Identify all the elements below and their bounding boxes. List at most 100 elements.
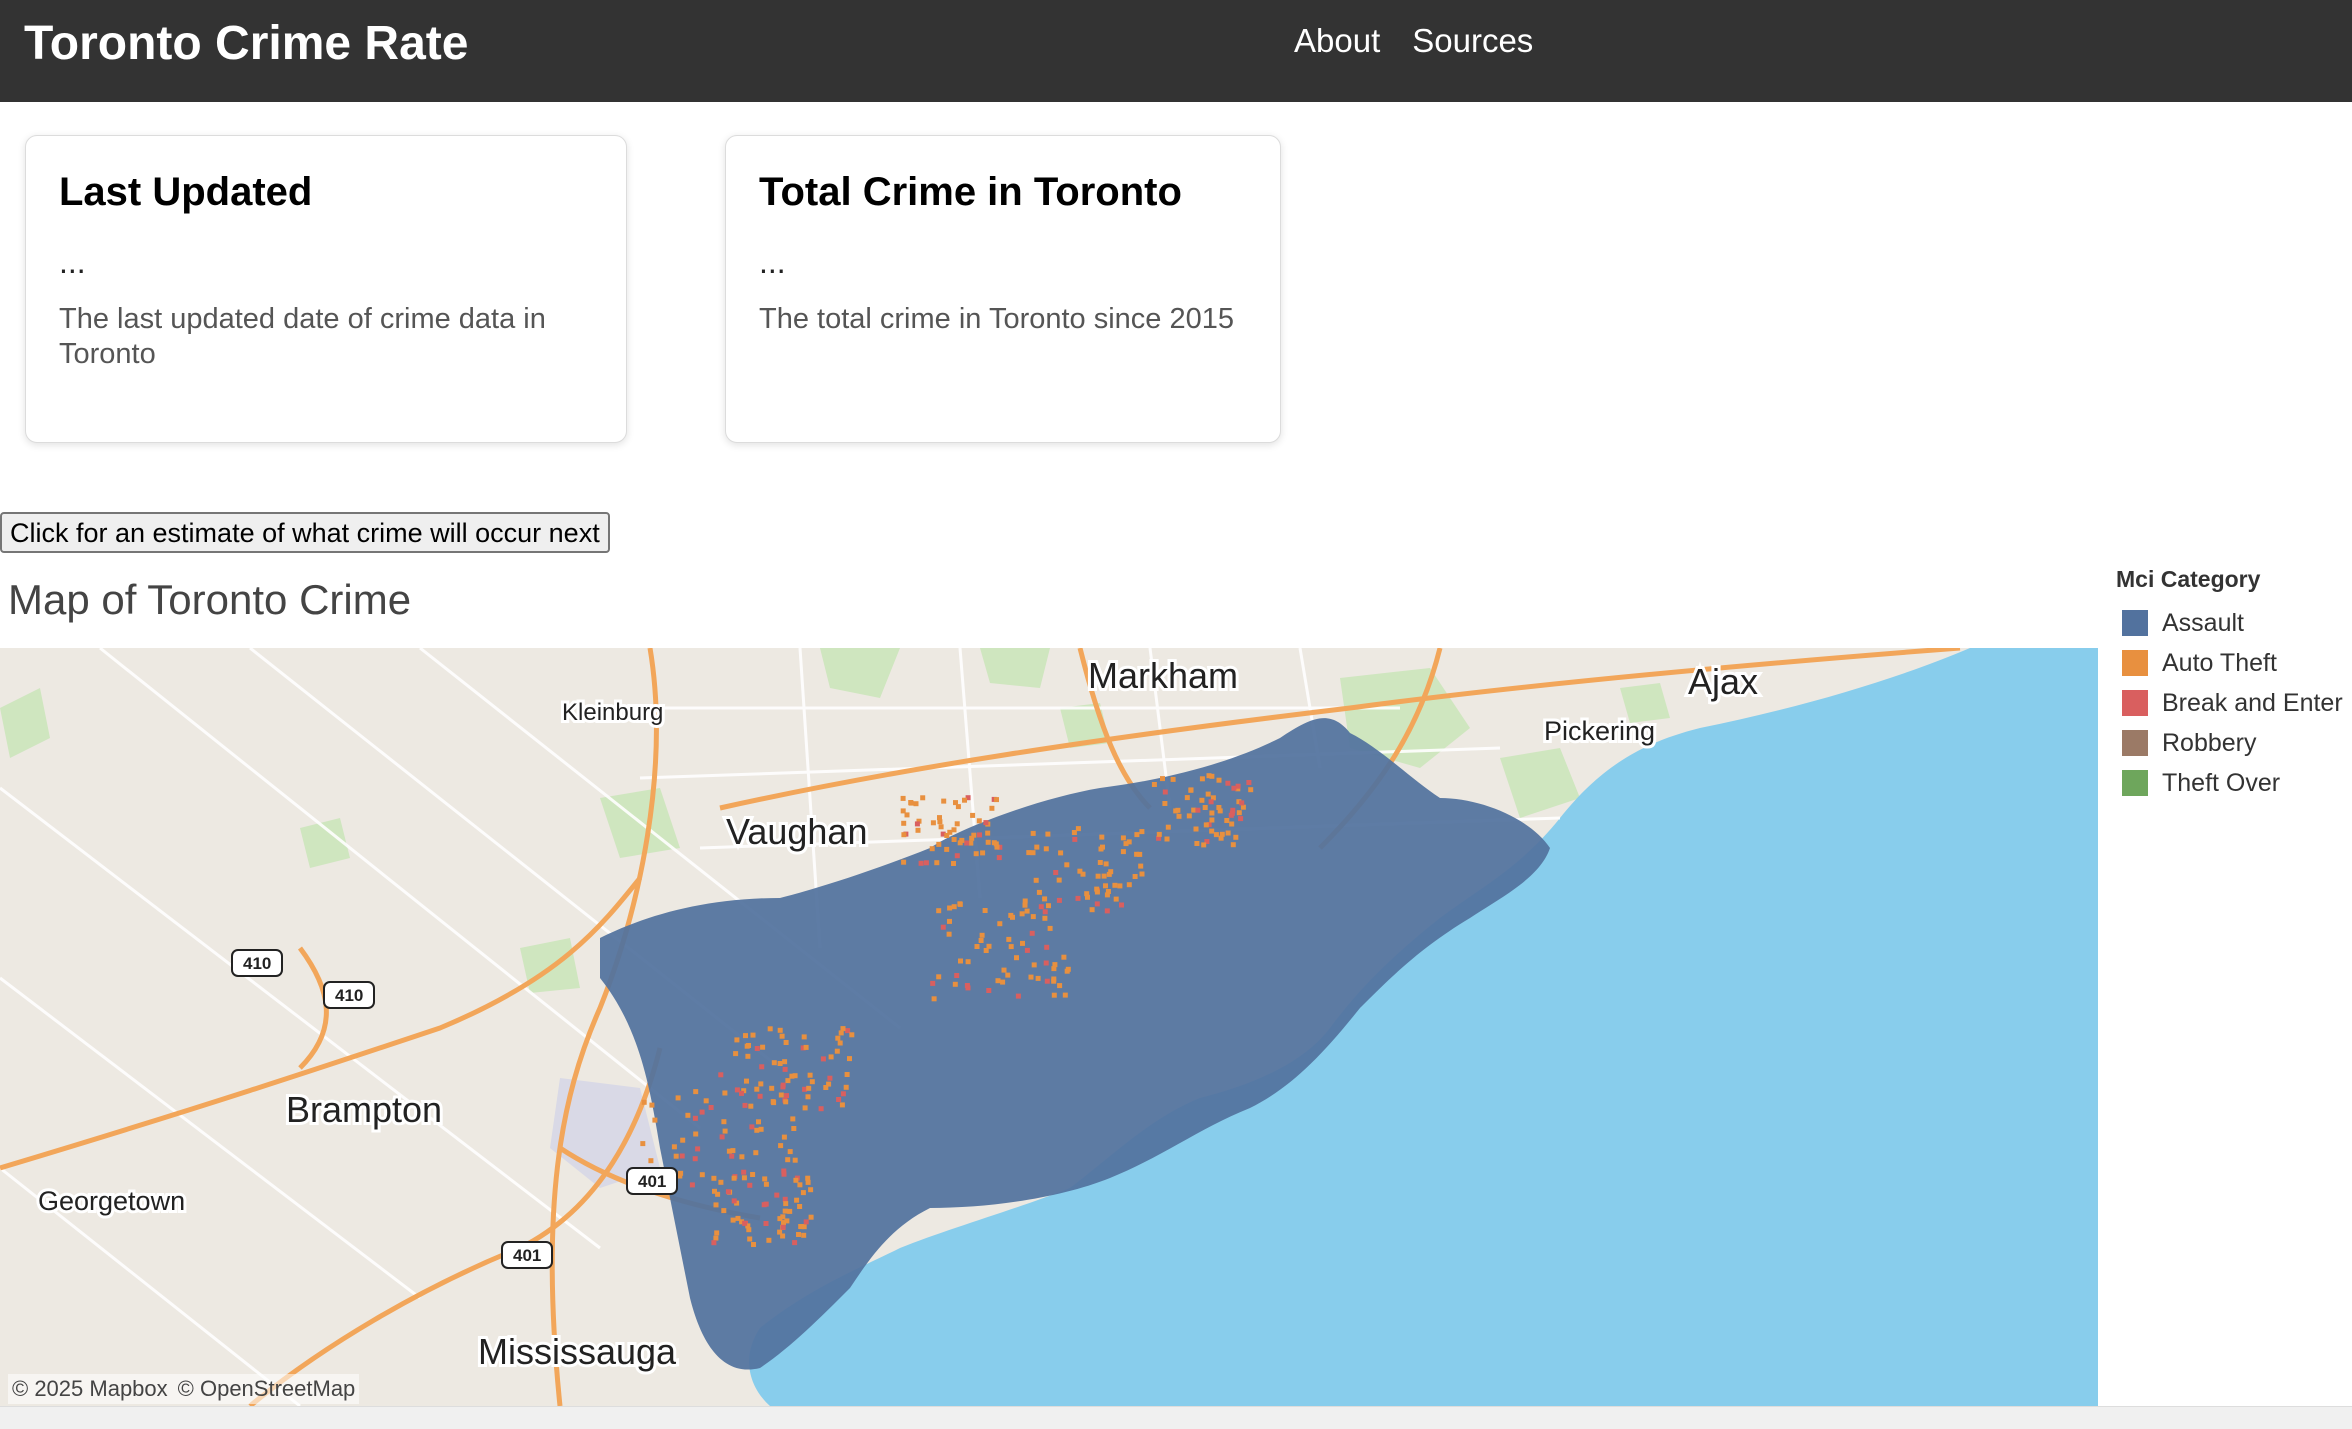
crime-point[interactable] — [1047, 925, 1053, 931]
crime-point[interactable] — [973, 851, 979, 857]
crime-point[interactable] — [718, 1072, 724, 1078]
crime-point[interactable] — [823, 1085, 829, 1090]
crime-point[interactable] — [1229, 821, 1235, 827]
crime-point[interactable] — [1199, 797, 1205, 803]
crime-point[interactable] — [989, 805, 995, 811]
crime-point[interactable] — [1225, 830, 1231, 836]
crime-point[interactable] — [1184, 795, 1190, 801]
crime-point[interactable] — [1015, 993, 1021, 999]
crime-point[interactable] — [1202, 805, 1208, 810]
legend-item-break-and-enter[interactable]: Break and Enter — [2116, 683, 2343, 723]
crime-point[interactable] — [962, 797, 967, 803]
crime-point[interactable] — [719, 1134, 725, 1140]
crime-point[interactable] — [977, 832, 982, 838]
crime-point[interactable] — [791, 1126, 797, 1131]
crime-point[interactable] — [974, 944, 980, 949]
crime-point[interactable] — [901, 832, 907, 838]
crime-point[interactable] — [836, 1097, 842, 1102]
crime-point[interactable] — [941, 798, 947, 804]
crime-point[interactable] — [741, 1175, 747, 1181]
crime-point[interactable] — [1000, 979, 1006, 985]
crime-point[interactable] — [1219, 831, 1225, 837]
crime-point[interactable] — [781, 1134, 787, 1140]
crime-point[interactable] — [718, 1179, 724, 1185]
crime-point[interactable] — [918, 860, 924, 866]
crime-point[interactable] — [742, 1102, 748, 1108]
crime-point[interactable] — [901, 859, 907, 865]
crime-point[interactable] — [936, 841, 942, 847]
crime-point[interactable] — [979, 932, 985, 938]
crime-point[interactable] — [937, 819, 943, 825]
crime-point[interactable] — [914, 821, 920, 827]
crime-point[interactable] — [763, 1181, 769, 1187]
crime-point[interactable] — [763, 1201, 769, 1207]
crime-point[interactable] — [680, 1137, 686, 1143]
crime-point[interactable] — [1043, 846, 1049, 852]
crime-point[interactable] — [1043, 960, 1049, 966]
crime-point[interactable] — [818, 1106, 824, 1112]
crime-point[interactable] — [1029, 930, 1035, 936]
crime-point[interactable] — [762, 1176, 768, 1182]
crime-point[interactable] — [915, 827, 921, 833]
crime-point[interactable] — [1112, 882, 1118, 888]
crime-point[interactable] — [844, 1072, 850, 1077]
crime-point[interactable] — [785, 1078, 791, 1084]
crime-point[interactable] — [800, 1190, 806, 1196]
crime-point[interactable] — [781, 1168, 787, 1174]
crime-point[interactable] — [1042, 909, 1048, 915]
crime-point[interactable] — [782, 1066, 788, 1072]
crime-point[interactable] — [731, 1175, 737, 1181]
crime-point[interactable] — [805, 1094, 811, 1100]
crime-point[interactable] — [648, 1158, 654, 1164]
crime-point[interactable] — [778, 1143, 784, 1149]
crime-point[interactable] — [751, 1242, 756, 1247]
crime-point[interactable] — [840, 1091, 846, 1097]
crime-point[interactable] — [1162, 789, 1168, 795]
crime-point[interactable] — [1020, 940, 1025, 946]
crime-point[interactable] — [1209, 773, 1215, 779]
crime-point[interactable] — [807, 1072, 813, 1078]
crime-point[interactable] — [1077, 868, 1083, 874]
predict-next-crime-button[interactable]: Click for an estimate of what crime will… — [0, 512, 610, 553]
crime-point[interactable] — [801, 1034, 807, 1040]
crime-point[interactable] — [834, 1048, 840, 1054]
crime-point[interactable] — [1156, 831, 1162, 837]
crime-point[interactable] — [747, 1236, 753, 1242]
crime-point[interactable] — [711, 1175, 717, 1181]
crime-point[interactable] — [754, 1127, 760, 1133]
crime-point[interactable] — [1005, 972, 1011, 978]
crime-point[interactable] — [712, 1188, 717, 1194]
crime-point[interactable] — [803, 1044, 809, 1050]
crime-point[interactable] — [783, 1040, 789, 1045]
crime-point[interactable] — [1137, 851, 1143, 857]
crime-point[interactable] — [778, 1092, 784, 1098]
crime-point[interactable] — [671, 1144, 677, 1150]
legend-item-auto-theft[interactable]: Auto Theft — [2116, 643, 2343, 683]
crime-point[interactable] — [1058, 850, 1064, 856]
crime-point[interactable] — [997, 921, 1003, 927]
crime-point[interactable] — [1228, 812, 1234, 818]
crime-point[interactable] — [1101, 873, 1107, 879]
crime-point[interactable] — [1231, 785, 1237, 791]
crime-point[interactable] — [1062, 992, 1068, 998]
crime-point[interactable] — [1236, 810, 1242, 816]
crime-point[interactable] — [774, 1192, 780, 1198]
crime-point[interactable] — [721, 1119, 727, 1125]
crime-point[interactable] — [952, 981, 958, 987]
crime-point[interactable] — [750, 1032, 756, 1038]
crime-point[interactable] — [805, 1179, 811, 1185]
crime-point[interactable] — [760, 1044, 766, 1050]
crime-point[interactable] — [837, 1040, 843, 1046]
crime-point[interactable] — [1108, 869, 1114, 875]
crime-point[interactable] — [1034, 844, 1040, 850]
crime-point[interactable] — [965, 959, 971, 965]
crime-point[interactable] — [802, 1105, 808, 1111]
crime-point[interactable] — [799, 1224, 804, 1230]
crime-point[interactable] — [640, 1141, 646, 1147]
crime-point[interactable] — [936, 974, 942, 980]
crime-point[interactable] — [1030, 914, 1036, 920]
crime-point[interactable] — [745, 1053, 751, 1059]
crime-point[interactable] — [1162, 801, 1168, 806]
crime-point[interactable] — [781, 1220, 786, 1226]
crime-point[interactable] — [1056, 897, 1062, 903]
